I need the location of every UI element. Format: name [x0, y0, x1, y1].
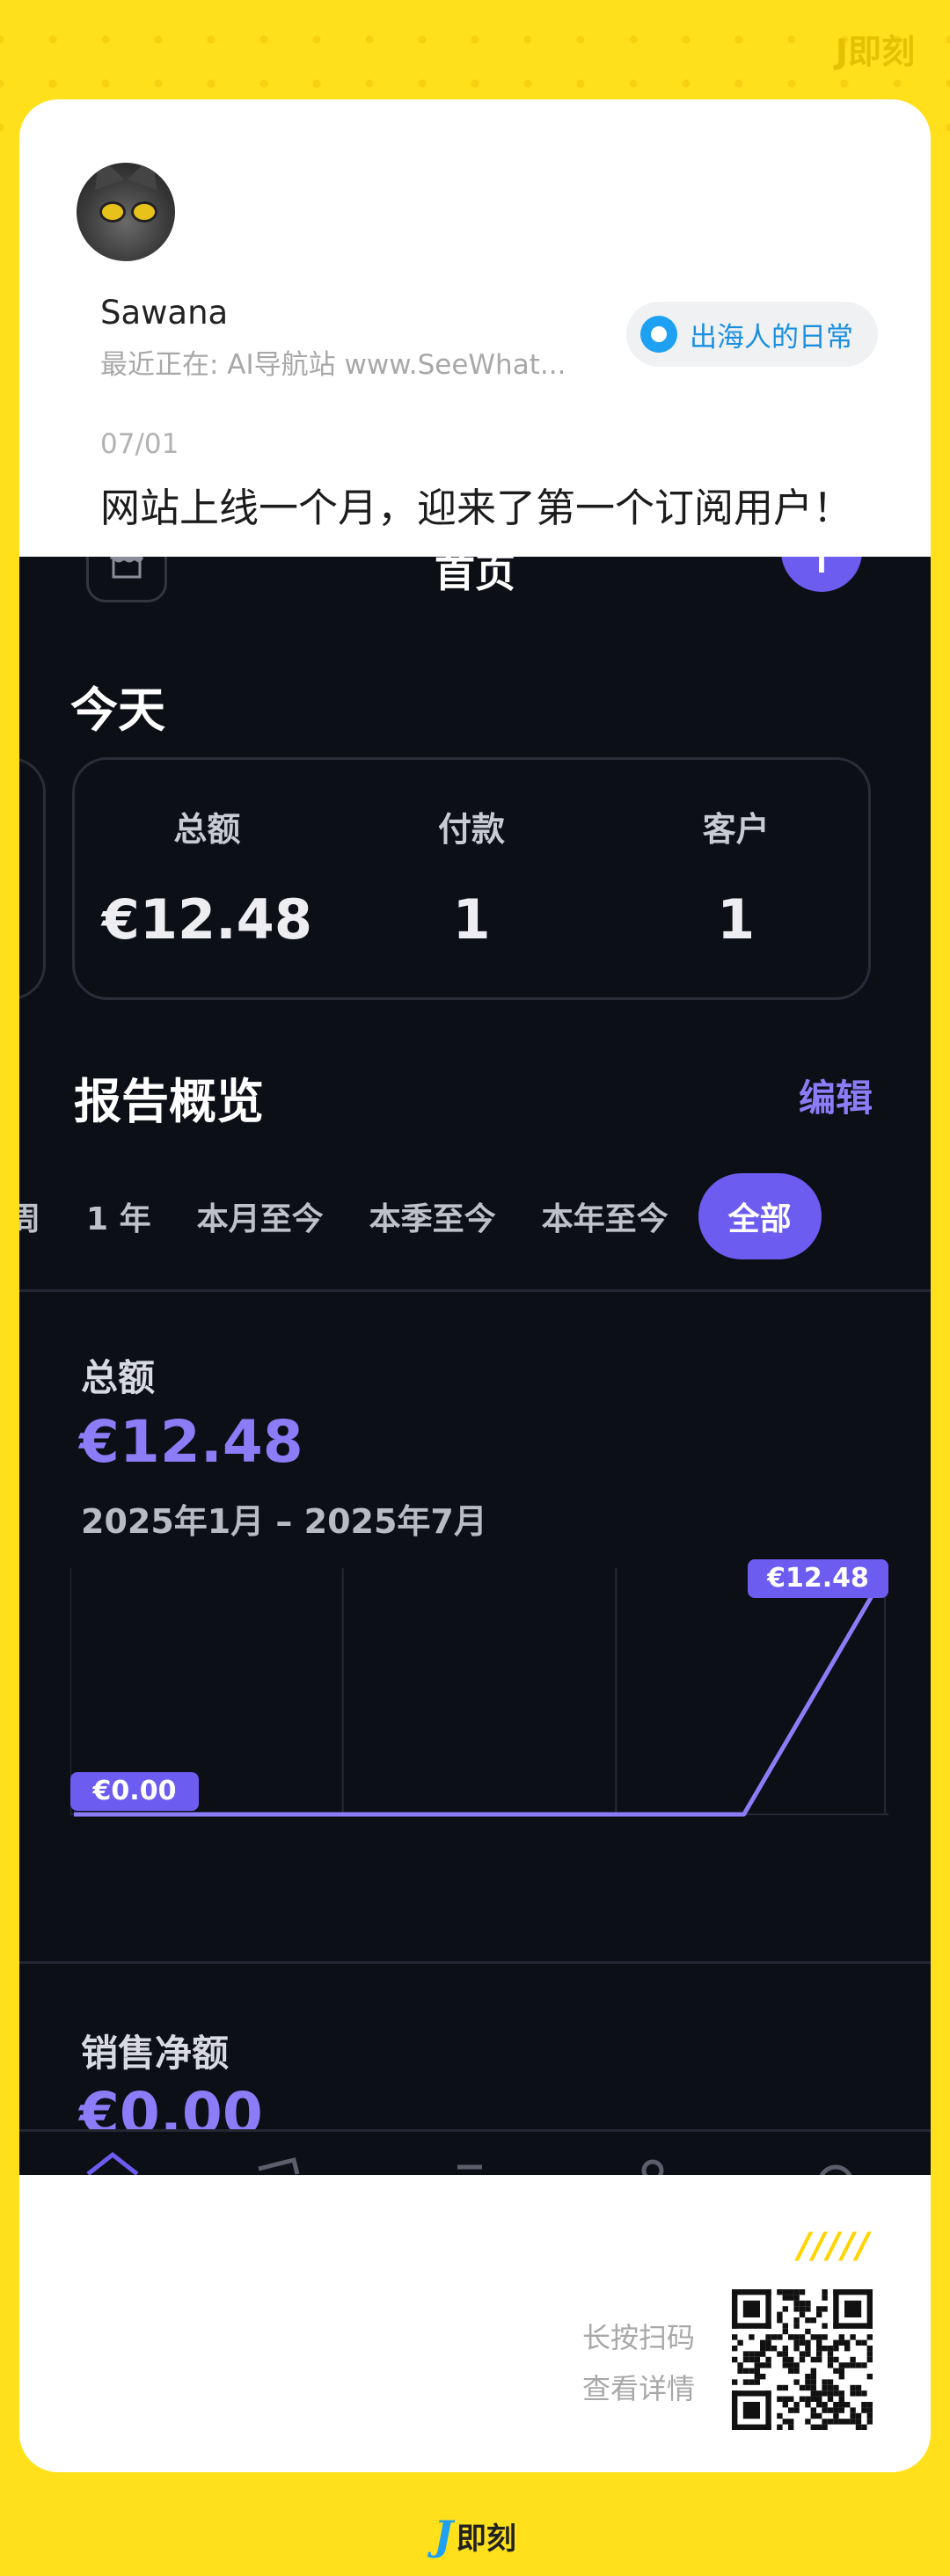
stat-card-today[interactable]: 总额 €12.48 付款 1 客户 1 [72, 757, 871, 1000]
share-footer-card: ///// 长按扫码 查看详情 [19, 2175, 931, 2472]
jike-logo-text: 即刻 [456, 2521, 516, 2557]
app-screenshot: 首页 + 今天 总额 €12.48 付款 1 客户 1 报告概览 编辑 周 1 … [19, 557, 931, 2175]
range-year-to-date[interactable]: 本年至今 [519, 1193, 691, 1239]
stat-value: €12.48 [101, 887, 312, 952]
stat-customers: 客户 1 [603, 760, 868, 997]
balances-tab-icon[interactable] [442, 2148, 498, 2175]
topic-tag-icon [640, 316, 677, 353]
stat-value: 1 [452, 887, 491, 952]
net-sales-label: 销售净额 [81, 2032, 230, 2075]
total-period: 2025年1月 – 2025年7月 [81, 1502, 487, 1541]
chart-end-label: €12.48 [766, 1563, 869, 1594]
range-1-year[interactable]: 1 年 [63, 1193, 174, 1239]
stat-card-previous[interactable] [19, 757, 46, 1000]
post-date: 07/01 [100, 428, 179, 460]
total-line-chart[interactable]: €0.00 €12.48 [70, 1551, 888, 1832]
range-selector: 周 1 年 本月至今 本季至今 本年至今 全部 [19, 1172, 931, 1260]
plus-icon: + [796, 557, 848, 582]
decorative-slashes: ///// [797, 2226, 871, 2266]
customers-tab-icon[interactable] [625, 2148, 681, 2175]
stat-label: 总额 [173, 810, 241, 849]
more-tab-icon[interactable] [808, 2148, 864, 2175]
today-heading: 今天 [70, 682, 165, 738]
stat-total: 总额 €12.48 [75, 760, 340, 997]
stat-value: 1 [717, 887, 756, 952]
scan-hint-line2: 查看详情 [582, 2372, 696, 2405]
jike-logo-text: J即刻 [835, 33, 915, 71]
edit-button[interactable]: 编辑 [799, 1069, 873, 1122]
range-all[interactable]: 全部 [698, 1173, 822, 1259]
jike-logo-bottom: J 即刻 [0, 2512, 950, 2559]
jike-logo-top: J即刻 [836, 25, 915, 73]
stat-payments: 付款 1 [340, 760, 604, 997]
topic-tag-label: 出海人的日常 [690, 321, 853, 354]
qr-code[interactable] [732, 2289, 873, 2430]
avatar[interactable] [74, 160, 178, 264]
total-value: €12.48 [79, 1408, 303, 1476]
jike-logo-mark: J [434, 2512, 453, 2559]
username[interactable]: Sawana [100, 294, 228, 332]
scan-hint-line1: 长按扫码 [582, 2321, 696, 2354]
stat-label: 付款 [438, 810, 506, 849]
payments-tab-icon[interactable] [250, 2148, 306, 2175]
activity-status: 最近正在: AI导航站 www.SeeWhat... [100, 349, 566, 381]
overview-heading: 报告概览 [74, 1074, 264, 1129]
range-month-to-date[interactable]: 本月至今 [174, 1193, 347, 1239]
topic-tag[interactable]: 出海人的日常 [626, 302, 878, 367]
bottom-tab-bar [19, 2129, 931, 2175]
divider [19, 1961, 931, 1964]
range-quarter-to-date[interactable]: 本季至今 [347, 1193, 519, 1239]
range-week[interactable]: 周 [19, 1193, 63, 1239]
total-label: 总额 [81, 1356, 156, 1399]
post-header-card: Sawana 最近正在: AI导航站 www.SeeWhat... 出海人的日常… [19, 99, 931, 603]
home-tab-icon[interactable] [84, 2148, 141, 2175]
stat-label: 客户 [702, 810, 770, 849]
chart-start-label: €0.00 [92, 1776, 177, 1806]
divider [19, 1289, 931, 1292]
